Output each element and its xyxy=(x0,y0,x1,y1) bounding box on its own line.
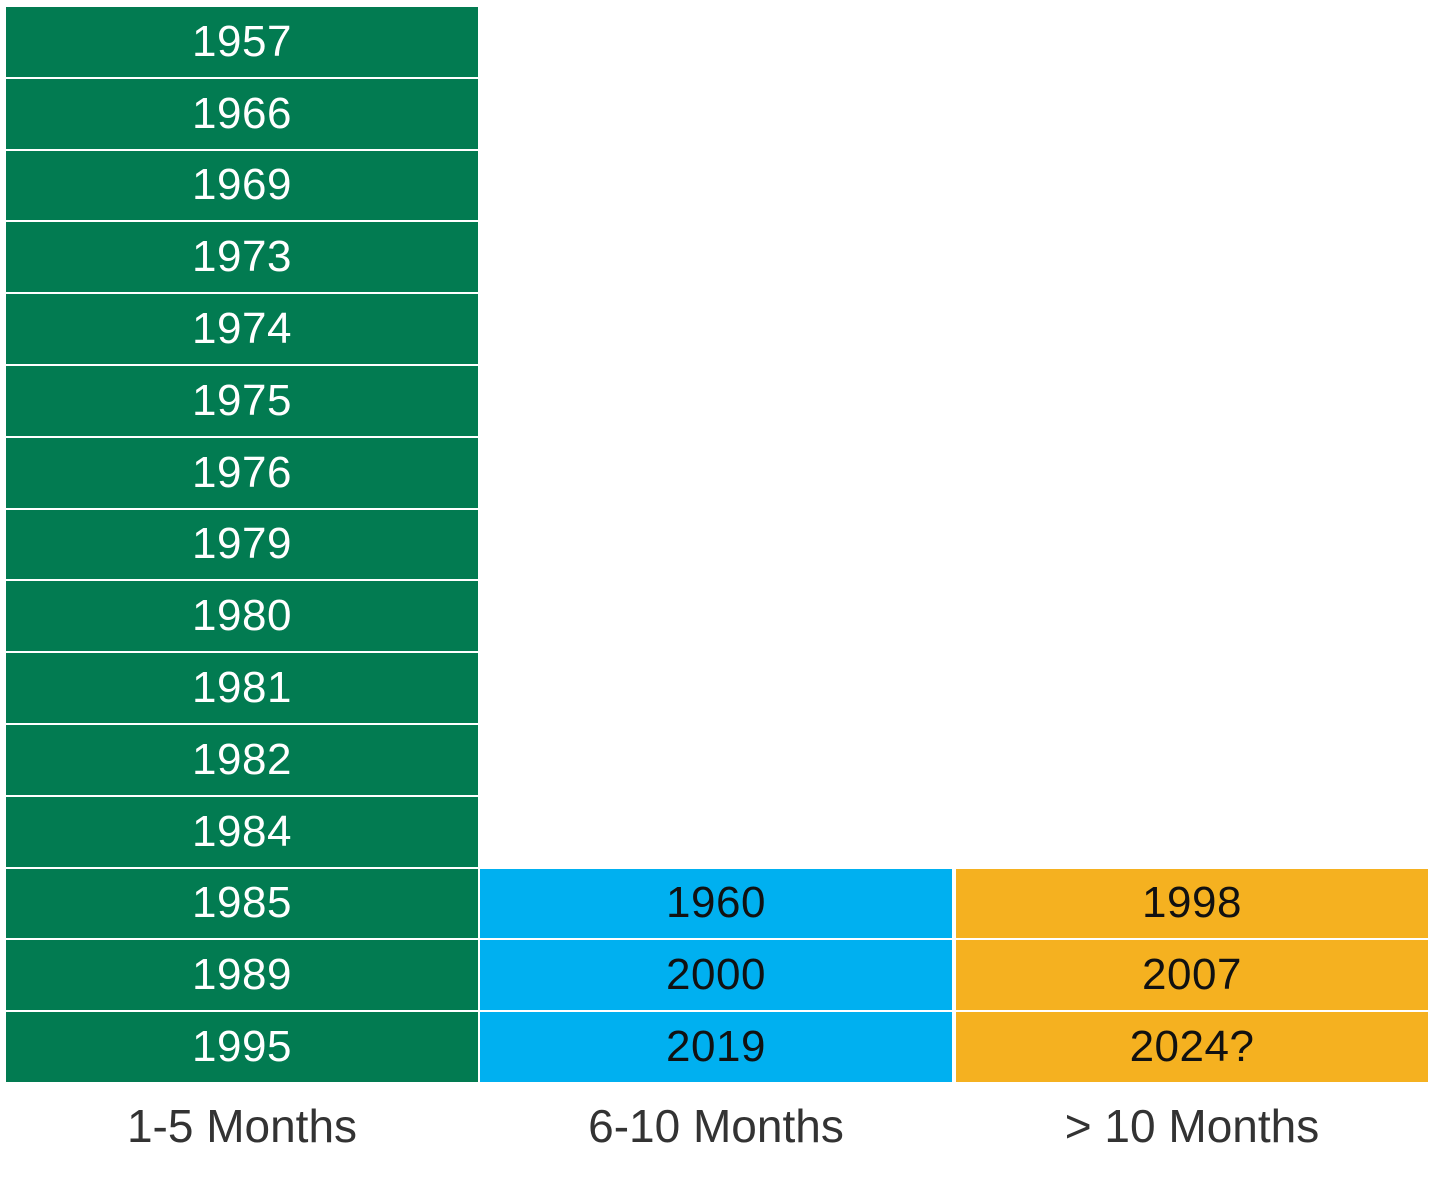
year-cell: 1982 xyxy=(6,725,478,795)
year-cell: 1980 xyxy=(6,581,478,652)
year-cell: 1960 xyxy=(480,868,952,939)
category-label: 1-5 Months xyxy=(126,1100,358,1152)
year-cell: 1985 xyxy=(6,868,478,939)
year-cell: 1984 xyxy=(6,796,478,867)
year-cell: 2007 xyxy=(956,940,1428,1011)
year-cell: 1976 xyxy=(6,437,478,508)
year-cell: 1957 xyxy=(6,7,478,77)
category-label: 6-10 Months xyxy=(588,1100,844,1152)
category-label: > 10 Months xyxy=(1064,1100,1320,1152)
year-cell: 1998 xyxy=(956,868,1428,939)
year-cell: 1973 xyxy=(6,222,478,293)
year-cell: 2000 xyxy=(480,940,952,1011)
year-cell: 2024? xyxy=(956,1012,1428,1082)
year-cell: 1989 xyxy=(6,940,478,1011)
year-cell: 2019 xyxy=(480,1012,952,1082)
year-cell: 1966 xyxy=(6,78,478,149)
year-cell: 1981 xyxy=(6,653,478,723)
year-cell: 1979 xyxy=(6,509,478,580)
stacked-year-columns-chart: 1957 1966 1969 1973 1974 1975 1976 1979 1980 1981… xyxy=(0,0,1440,1189)
year-cell: 1974 xyxy=(6,294,478,364)
year-cell: 1975 xyxy=(6,366,478,436)
year-cell: 1969 xyxy=(6,150,478,221)
year-cell: 1995 xyxy=(6,1012,478,1082)
